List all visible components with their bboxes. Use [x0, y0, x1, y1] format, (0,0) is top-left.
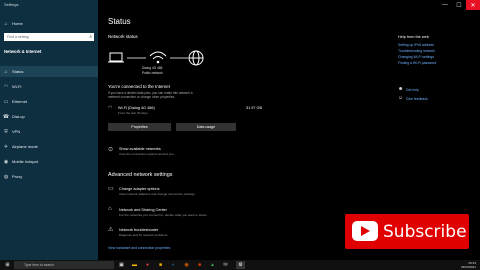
give-feedback-link[interactable]: Give feedback [406, 97, 428, 101]
play-triangle-icon [361, 226, 370, 236]
show-networks-link[interactable]: Show available networks [119, 147, 161, 151]
adapter-usage: 31.97 GB [246, 106, 263, 110]
troubleshooter-desc: Diagnose and fix network problems. [119, 233, 169, 237]
office-icon[interactable]: ■ [195, 261, 204, 269]
sidebar-item-status[interactable]: ⌂ Status [0, 66, 98, 77]
windows-start-icon[interactable]: ⊞ [3, 261, 12, 269]
mail-icon[interactable]: ✉ [221, 261, 230, 269]
help-link[interactable]: Setting up IPv6 address [398, 43, 434, 47]
show-networks-desc: View the connection options around you. [119, 152, 175, 156]
sharing-center-desc: For the networks you connect to, decide … [119, 213, 208, 217]
wifi-icon: ◠ [3, 83, 9, 90]
sticky-notes-icon[interactable]: ■ [156, 261, 165, 269]
advanced-heading: Advanced network settings [108, 172, 173, 178]
help-link[interactable]: Troubleshooting network [398, 49, 435, 53]
taskbar-search-placeholder: Type here to search [24, 263, 54, 267]
app-icon[interactable]: ▲ [208, 261, 217, 269]
globe-icon: ◍ [3, 173, 9, 180]
dialup-icon: ☎ [2, 113, 10, 120]
change-adapter-desc: View network adapters and change connect… [119, 192, 196, 196]
sidebar-item-label: Mobile hotspot [12, 159, 39, 164]
sidebar-item-ethernet[interactable]: ▭ Ethernet [0, 96, 98, 107]
sharing-center-link[interactable]: Network and Sharing Center [119, 208, 167, 212]
firefox-icon[interactable]: ◉ [182, 261, 191, 269]
task-view-icon[interactable]: ▣ [117, 261, 126, 269]
window-title: Settings [4, 2, 19, 7]
sidebar-item-proxy[interactable]: ◍ Proxy [0, 171, 98, 182]
help-link[interactable]: Changing Wi-Fi settings [398, 55, 434, 59]
wifi-icon: ◠ [108, 105, 113, 111]
file-explorer-icon[interactable]: ▬ [130, 261, 139, 269]
sidebar-home-label: Home [12, 21, 23, 26]
connected-desc-2: metered connection or change other prope… [108, 95, 176, 99]
subscribe-label: Subscribe [383, 222, 467, 242]
sidebar-item-wifi[interactable]: ◠ Wi-Fi [0, 81, 98, 92]
page-title: Status [108, 17, 131, 26]
ethernet-icon: ▭ [3, 98, 9, 105]
warning-icon: ⚠ [108, 227, 114, 233]
properties-button[interactable]: Properties [108, 123, 171, 131]
help-link[interactable]: Finding a Wi-Fi password [398, 61, 436, 65]
network-type: Public network [142, 71, 163, 75]
sidebar-item-label: Airplane mode [12, 144, 38, 149]
subscribe-button[interactable]: Subscribe [345, 214, 469, 249]
get-help-icon: ☻ [398, 86, 404, 92]
network-list-icon: ⊙ [108, 147, 114, 153]
settings-gear-icon[interactable]: ⚙ [236, 261, 245, 269]
help-title: Help from the web [398, 35, 429, 39]
find-setting-input[interactable]: Find a setting ⌕ [4, 33, 94, 41]
adapter-icon: ▭ [108, 186, 114, 192]
view-hardware-link[interactable]: View hardware and connection properties [108, 246, 170, 250]
sidebar-item-label: VPN [12, 129, 21, 134]
sidebar-item-airplane[interactable]: ✈ Airplane mode [0, 141, 98, 152]
edge-icon[interactable]: ◐ [169, 261, 178, 269]
clock-date: 29/03/2021 [460, 265, 476, 269]
adapter-name: Wi-Fi (Dialog 4G 486) [118, 106, 155, 110]
sidebar-section-title: Network & Internet [4, 49, 42, 54]
minimize-button[interactable]: — [438, 0, 452, 10]
sidebar-item-label: Status [12, 69, 24, 74]
taskbar-clock[interactable]: 09:43 29/03/2021 [461, 261, 476, 269]
sidebar-item-label: Proxy [12, 174, 23, 179]
sidebar-item-vpn[interactable]: ⛨ VPN [0, 126, 98, 137]
sidebar-item-label: Wi-Fi [12, 84, 22, 89]
wifi-icon [149, 51, 167, 64]
connected-heading: You're connected to the Internet [108, 84, 170, 89]
network-name: Dialog 4G 486 [142, 66, 163, 70]
chrome-icon[interactable]: ● [143, 261, 152, 269]
feedback-icon: ☺ [398, 95, 404, 101]
search-placeholder: Find a setting [7, 35, 29, 39]
troubleshooter-link[interactable]: Network troubleshooter [119, 228, 158, 232]
sidebar-home[interactable]: ⌂ Home [0, 18, 98, 29]
data-usage-button[interactable]: Data usage [176, 123, 236, 131]
search-icon: ⌕ [89, 34, 92, 40]
airplane-icon: ✈ [3, 143, 9, 150]
sidebar-item-dialup[interactable]: ☎ Dial-up [0, 111, 98, 122]
sharing-center-icon: ⌂ [108, 206, 112, 212]
hotspot-icon: ◉ [3, 158, 9, 165]
adapter-usage-period: From the last 30 days [118, 111, 148, 115]
laptop-icon [108, 52, 124, 63]
home-icon: ⌂ [4, 68, 8, 75]
network-status-heading: Network status [108, 34, 138, 39]
taskbar-search-input[interactable]: Type here to search [14, 261, 114, 269]
maximize-button[interactable]: ☐ [452, 0, 466, 10]
sidebar-item-label: Dial-up [12, 114, 25, 119]
close-button[interactable]: ✕ [466, 0, 480, 10]
globe-icon [188, 50, 204, 66]
sidebar-item-label: Ethernet [12, 99, 28, 104]
sidebar-item-hotspot[interactable]: ◉ Mobile hotspot [0, 156, 98, 167]
home-icon: ⌂ [4, 20, 8, 27]
vpn-icon: ⛨ [4, 128, 8, 135]
change-adapter-link[interactable]: Change adapter options [119, 187, 160, 191]
get-help-link[interactable]: Get help [406, 88, 419, 92]
